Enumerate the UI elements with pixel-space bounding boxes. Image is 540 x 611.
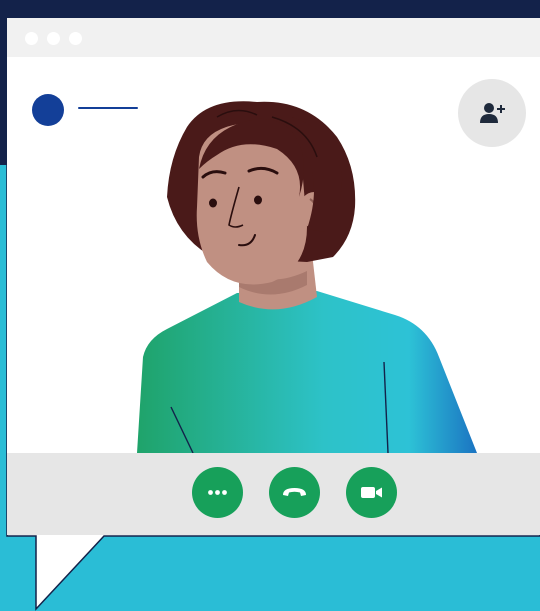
- call-control-bar: [7, 453, 540, 535]
- window-dot-maximize[interactable]: [69, 32, 82, 45]
- window-dot-close[interactable]: [25, 32, 38, 45]
- caller-avatar: [32, 94, 64, 126]
- phone-hangup-icon: [283, 488, 306, 496]
- window-dot-minimize[interactable]: [47, 32, 60, 45]
- caller-name-placeholder: [78, 107, 138, 109]
- video-camera-icon: [361, 487, 382, 498]
- more-options-icon: [208, 490, 227, 495]
- hang-up-button[interactable]: [269, 467, 320, 518]
- video-toggle-button[interactable]: [346, 467, 397, 518]
- video-call-window: [7, 18, 540, 535]
- more-options-button[interactable]: [192, 467, 243, 518]
- add-user-icon: [480, 103, 505, 123]
- window-titlebar: [7, 18, 540, 57]
- add-participant-button[interactable]: [458, 79, 526, 147]
